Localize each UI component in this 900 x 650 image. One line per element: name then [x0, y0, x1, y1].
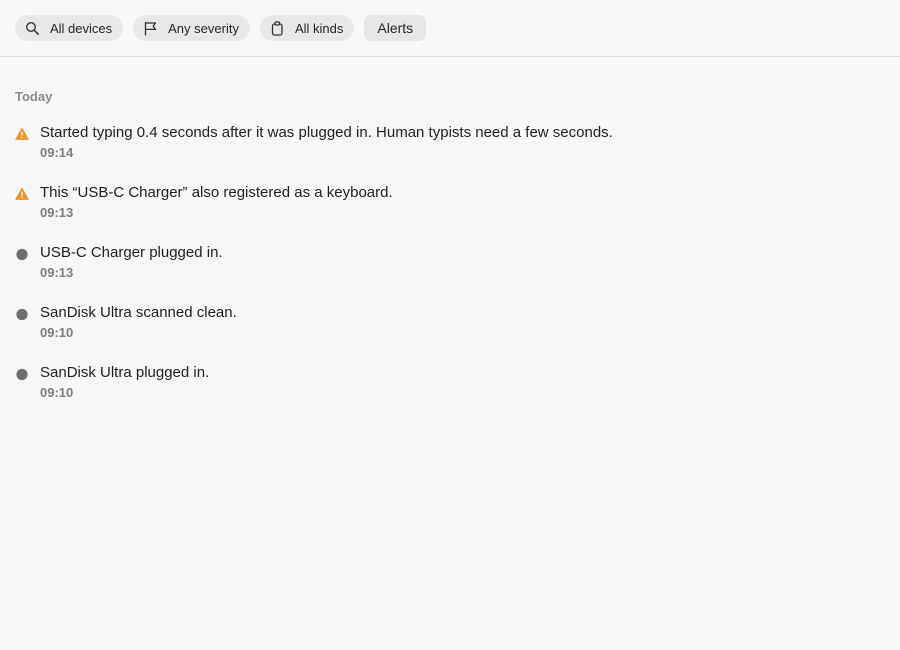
- filter-severity-label: Any severity: [168, 20, 239, 36]
- filter-kinds-button[interactable]: All kinds: [259, 15, 355, 41]
- event-time: 09:13: [40, 265, 74, 280]
- event-row[interactable]: Started typing 0.4 seconds after it was …: [0, 122, 900, 182]
- event-row[interactable]: SanDisk Ultra plugged in. 09:10: [0, 362, 900, 422]
- filter-severity-button[interactable]: Any severity: [133, 15, 250, 41]
- event-time: 09:13: [40, 205, 74, 220]
- event-row[interactable]: This “USB-C Charger” also registered as …: [0, 182, 900, 242]
- dot-icon: [16, 308, 28, 321]
- event-time: 09:10: [40, 385, 74, 400]
- filter-devices-label: All devices: [50, 20, 113, 36]
- event-row[interactable]: SanDisk Ultra scanned clean. 09:10: [0, 302, 900, 362]
- warning-icon: [15, 187, 29, 200]
- event-list: Started typing 0.4 seconds after it was …: [0, 122, 900, 422]
- search-icon: [25, 21, 39, 35]
- event-message: This “USB-C Charger” also registered as …: [40, 184, 393, 201]
- event-message: Started typing 0.4 seconds after it was …: [40, 124, 613, 141]
- filter-kinds-label: All kinds: [294, 20, 344, 36]
- alerts-label: Alerts: [377, 20, 414, 36]
- event-row[interactable]: USB-C Charger plugged in. 09:13: [0, 242, 900, 302]
- dot-icon: [16, 368, 28, 381]
- event-time: 09:10: [40, 325, 74, 340]
- event-message: SanDisk Ultra plugged in.: [40, 364, 210, 381]
- warning-icon: [15, 127, 29, 140]
- dot-icon: [16, 248, 28, 261]
- event-time: 09:14: [40, 145, 74, 160]
- alerts-button[interactable]: Alerts: [364, 15, 427, 41]
- event-message: SanDisk Ultra scanned clean.: [40, 304, 237, 321]
- flag-icon: [144, 21, 157, 36]
- filter-toolbar: All devices Any severity All kinds Alert…: [0, 0, 900, 57]
- section-header-today: Today: [15, 89, 53, 104]
- filter-devices-button[interactable]: All devices: [15, 15, 124, 41]
- clipboard-icon: [271, 20, 283, 36]
- event-message: USB-C Charger plugged in.: [40, 244, 223, 261]
